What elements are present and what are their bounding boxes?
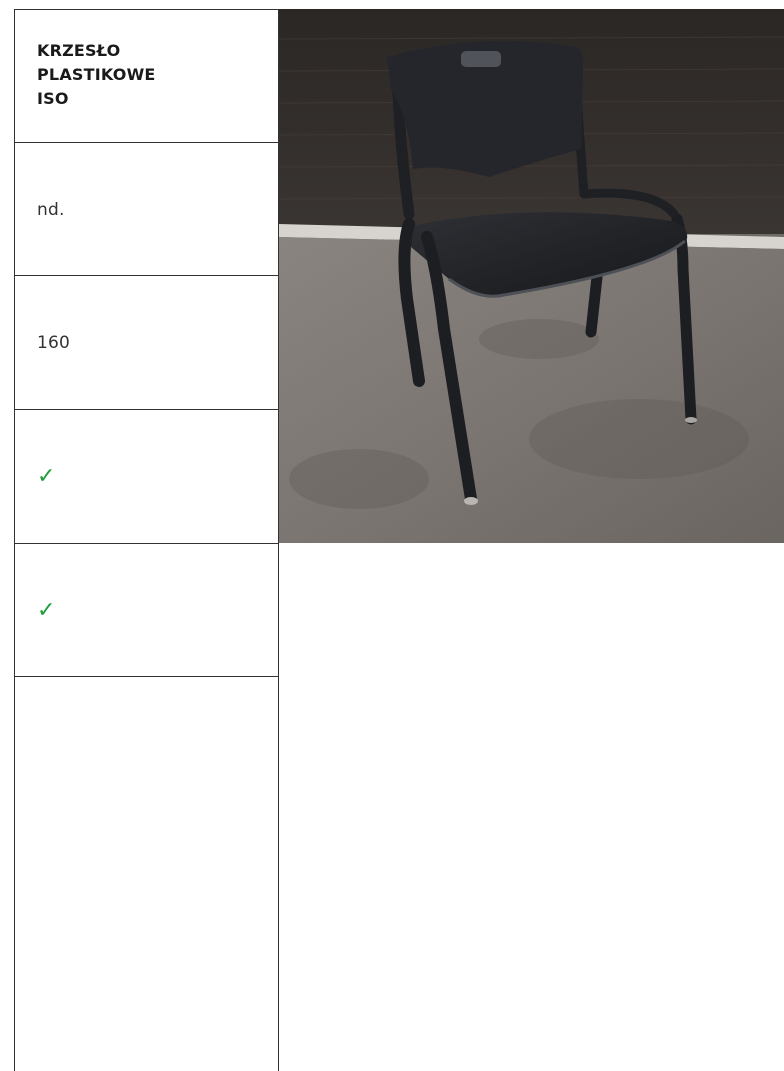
- spec-value-3: 160: [37, 332, 71, 353]
- product-title: KRZESŁO PLASTIKOWE ISO: [37, 41, 156, 108]
- spec-row-4: ✓: [15, 409, 278, 543]
- leg-foot: [464, 497, 478, 505]
- title-cell: KRZESŁO PLASTIKOWE ISO: [15, 9, 278, 143]
- checkmark-icon: ✓: [37, 463, 56, 489]
- spec-value-2: nd.: [37, 199, 65, 220]
- chair-photo-illustration: [279, 9, 784, 543]
- spec-row-2: nd.: [15, 142, 278, 276]
- backrest-handle: [461, 51, 501, 67]
- product-card: KRZESŁO PLASTIKOWE ISO nd. 160 ✓ ✓: [0, 0, 784, 1071]
- checkmark-icon: ✓: [37, 597, 56, 623]
- spec-row-3: 160: [15, 275, 278, 409]
- spec-row-5: ✓: [15, 543, 278, 677]
- product-photo: [279, 9, 784, 543]
- leg-foot: [685, 417, 697, 423]
- spec-column: KRZESŁO PLASTIKOWE ISO nd. 160 ✓ ✓: [14, 9, 279, 1071]
- spec-row-empty: [15, 676, 278, 1071]
